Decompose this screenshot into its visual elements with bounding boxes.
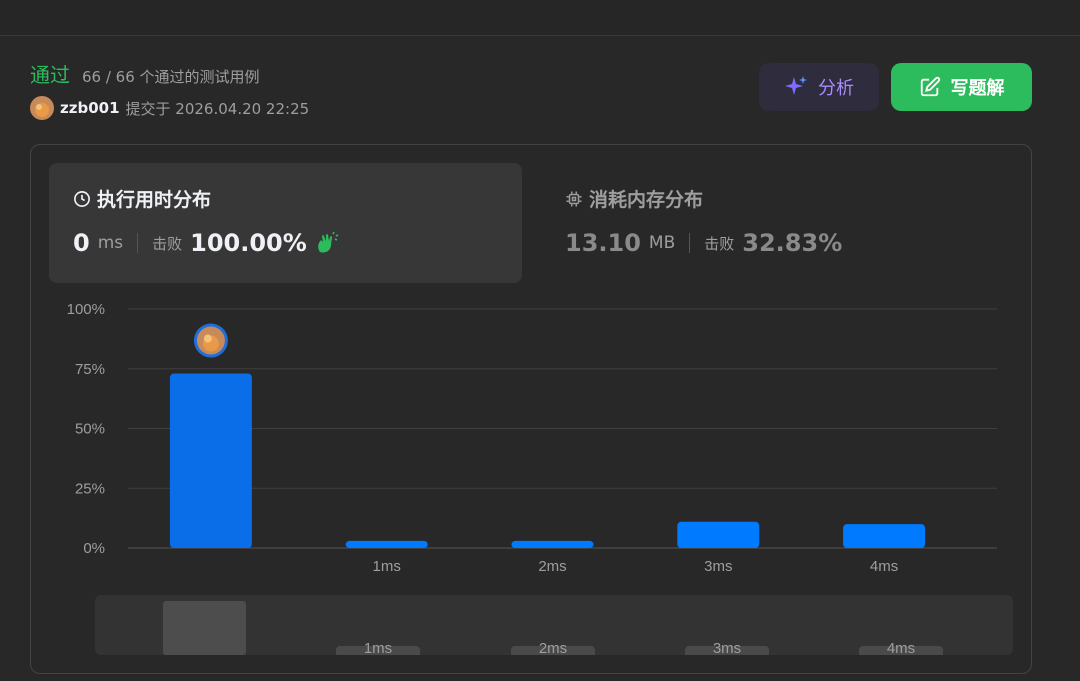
overview-label: 2ms — [539, 640, 567, 655]
x-tick-label: 1ms — [373, 558, 401, 575]
submission-info: zzb001 提交于 2026.04.20 22:25 — [30, 96, 309, 120]
runtime-label: 执行用时分布 — [97, 189, 212, 211]
username[interactable]: zzb001 — [60, 99, 120, 117]
runtime-stats: 0 ms 击败 100.00% — [73, 229, 339, 257]
x-tick-label: 3ms — [704, 558, 732, 575]
overview-label: 3ms — [713, 640, 741, 655]
y-tick-label: 50% — [75, 421, 105, 438]
divider — [137, 233, 139, 253]
runtime-distribution-chart: 100% 75% 50% 25% 0% 1ms 2ms 3ms 4ms — [67, 301, 997, 575]
memory-beats-label: 击败 — [704, 234, 735, 253]
runtime-value: 0 — [73, 229, 90, 257]
write-solution-label: 写题解 — [950, 78, 1005, 99]
tab-runtime-distribution[interactable]: 执行用时分布 0 ms 击败 100.00% — [49, 163, 522, 283]
chart-bar[interactable] — [169, 373, 252, 548]
overview-label: 1ms — [364, 640, 392, 655]
clapping-hands-icon — [318, 231, 339, 253]
memory-unit: MB — [648, 233, 676, 253]
status-title: 通过 — [30, 63, 70, 87]
divider — [689, 233, 691, 253]
analyze-button[interactable]: 分析 — [759, 63, 879, 111]
chart-bar[interactable] — [511, 540, 594, 548]
overview-bar — [163, 601, 246, 655]
y-tick-label: 25% — [75, 480, 105, 497]
write-solution-button[interactable]: 写题解 — [891, 63, 1032, 111]
avatar-image — [30, 96, 54, 120]
chart-bar[interactable] — [345, 540, 428, 548]
test-cases-passed: 66 / 66 个通过的测试用例 — [82, 68, 260, 86]
y-tick-label: 0% — [83, 540, 105, 557]
chart-bar[interactable] — [677, 521, 760, 548]
memory-label: 消耗内存分布 — [589, 189, 704, 211]
runtime-beats-label: 击败 — [152, 234, 183, 253]
overview-minimap: 1ms 2ms 3ms 4ms — [163, 601, 943, 655]
clock-icon — [74, 190, 90, 207]
x-tick-label: 4ms — [870, 558, 898, 575]
runtime-header: 执行用时分布 — [73, 185, 211, 212]
memory-stats: 13.10 MB 击败 32.83% — [565, 229, 842, 257]
submission-status: 通过 66 / 66 个通过的测试用例 — [30, 59, 260, 88]
analyze-label: 分析 — [818, 78, 854, 99]
tab-memory-distribution[interactable]: 消耗内存分布 13.10 MB 击败 32.83% — [546, 163, 1016, 283]
sparkle-icon — [785, 76, 807, 95]
top-bar — [0, 0, 1080, 36]
runtime-beats-value: 100.00% — [190, 229, 307, 257]
edit-icon — [920, 76, 940, 97]
chart-overview-scrollbar[interactable]: 1ms 2ms 3ms 4ms — [95, 595, 1013, 655]
avatar[interactable] — [30, 96, 54, 120]
memory-beats-value: 32.83% — [742, 229, 843, 257]
my-submission-avatar — [193, 323, 228, 358]
memory-header: 消耗内存分布 — [565, 185, 703, 212]
runtime-unit: ms — [97, 233, 124, 253]
x-tick-label: 2ms — [538, 558, 566, 575]
y-tick-label: 100% — [67, 301, 105, 318]
memory-value: 13.10 — [565, 229, 641, 257]
chart-bar[interactable] — [843, 524, 926, 548]
overview-label: 4ms — [887, 640, 915, 655]
chip-icon — [566, 191, 582, 206]
submit-time: 提交于 2026.04.20 22:25 — [125, 99, 310, 118]
y-tick-label: 75% — [75, 361, 105, 378]
